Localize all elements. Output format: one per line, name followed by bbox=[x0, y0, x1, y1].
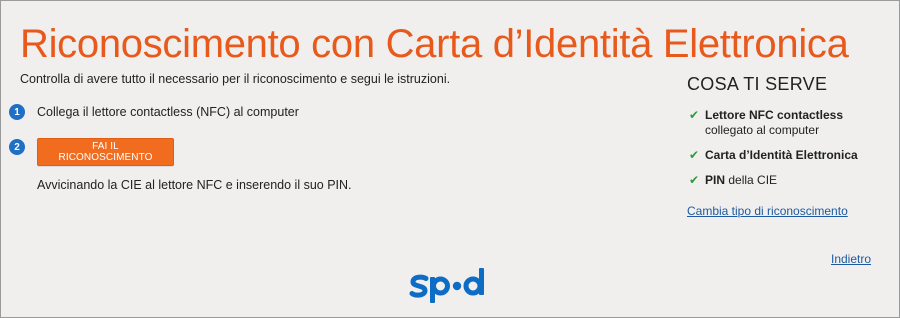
check-icon: ✔ bbox=[689, 148, 700, 162]
step-1-text: Collega il lettore contactless (NFC) al … bbox=[37, 105, 299, 119]
requirement-detail: collegato al computer bbox=[705, 123, 820, 137]
requirement-cie: ✔ Carta d’Identità Elettronica bbox=[689, 148, 884, 163]
check-icon: ✔ bbox=[689, 173, 700, 187]
intro-text: Controlla di avere tutto il necessario p… bbox=[20, 72, 451, 86]
spid-logo bbox=[409, 268, 484, 303]
requirements-list: ✔ Lettore NFC contactless collegato al c… bbox=[689, 108, 884, 198]
requirements-title: COSA TI SERVE bbox=[687, 74, 828, 94]
start-recognition-button[interactable]: FAI IL RICONOSCIMENTO bbox=[37, 138, 174, 166]
requirement-pin: ✔ PIN della CIE bbox=[689, 173, 884, 188]
step-1-badge: 1 bbox=[9, 104, 25, 120]
requirement-detail: della CIE bbox=[725, 173, 778, 187]
change-recognition-type-link[interactable]: Cambia tipo di riconoscimento bbox=[687, 204, 848, 218]
requirement-label: PIN bbox=[705, 173, 726, 187]
requirement-label: Lettore NFC contactless bbox=[705, 108, 844, 122]
page-title: Riconoscimento con Carta d’Identità Elet… bbox=[20, 22, 849, 66]
check-icon: ✔ bbox=[689, 108, 700, 122]
step-2-text: Avvicinando la CIE al lettore NFC e inse… bbox=[37, 178, 352, 192]
requirement-label: Carta d’Identità Elettronica bbox=[705, 148, 858, 162]
step-2-badge: 2 bbox=[9, 139, 25, 155]
back-link[interactable]: Indietro bbox=[831, 252, 871, 266]
requirement-nfc-reader: ✔ Lettore NFC contactless collegato al c… bbox=[689, 108, 884, 138]
